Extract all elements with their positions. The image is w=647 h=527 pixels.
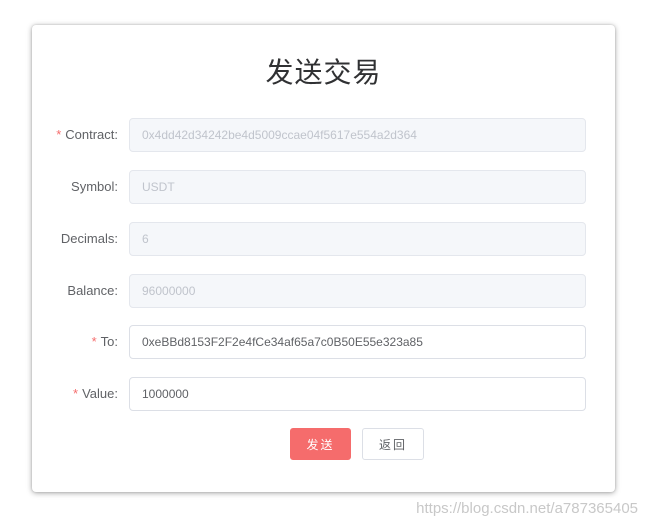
- symbol-field: [129, 170, 586, 204]
- form-row-to: * To:: [32, 325, 615, 359]
- form-row-symbol: Symbol:: [32, 170, 615, 204]
- required-mark: *: [73, 386, 79, 401]
- value-label-text: Value:: [82, 386, 118, 401]
- to-label: * To:: [32, 325, 118, 359]
- send-transaction-dialog: 发送交易 *Contract: Symbol: Decimals: Balanc…: [32, 25, 615, 492]
- dialog-title: 发送交易: [265, 56, 382, 89]
- contract-label: * Contract:: [32, 118, 118, 152]
- contract-label-text: Contract:: [65, 127, 118, 142]
- balance-input: [130, 275, 585, 307]
- contract-input: [130, 119, 585, 151]
- contract-field: [129, 118, 586, 152]
- value-input[interactable]: [130, 378, 585, 410]
- value-field[interactable]: [129, 377, 586, 411]
- to-field[interactable]: [129, 325, 586, 359]
- to-label-text: To:: [100, 334, 118, 349]
- back-button[interactable]: 返回: [362, 428, 424, 460]
- to-address-input[interactable]: [130, 326, 585, 358]
- decimals-label: Decimals:: [60, 231, 118, 246]
- form-row-value: * Value:: [32, 377, 615, 411]
- symbol-input: [130, 171, 585, 203]
- symbol-label: Symbol:: [71, 179, 118, 194]
- form-row-decimals: Decimals:: [32, 222, 615, 256]
- form-row-contract: * Contract:: [32, 118, 615, 152]
- decimals-field: [129, 222, 586, 256]
- required-mark: *: [56, 127, 62, 142]
- decimals-input: [130, 223, 585, 255]
- balance-label: Balance:: [67, 283, 118, 298]
- balance-field: [129, 274, 586, 308]
- form-row-balance: Balance:: [32, 274, 615, 308]
- send-button[interactable]: 发送: [290, 428, 351, 460]
- value-label: * Value:: [32, 377, 118, 411]
- required-mark: *: [91, 334, 97, 349]
- watermark: https://blog.csdn.net/a787365405: [416, 500, 638, 517]
